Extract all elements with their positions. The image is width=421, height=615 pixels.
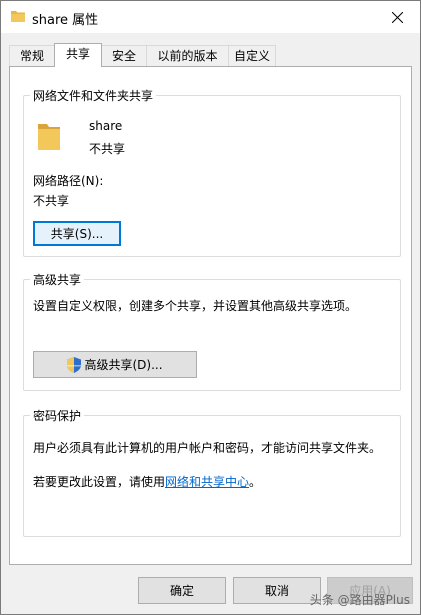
properties-dialog: share 属性 常规 共享 安全 以前的版本 自定义 网络文件和文件夹共享 s… — [0, 0, 421, 615]
tab-customize[interactable]: 自定义 — [228, 45, 276, 66]
folder-icon — [11, 11, 25, 22]
network-share-title: 网络文件和文件夹共享 — [30, 87, 157, 104]
advanced-share-group: 高级共享 设置自定义权限，创建多个共享，并设置其他高级共享选项。 高级共享(D)… — [23, 271, 401, 391]
tab-panel-sharing: 网络文件和文件夹共享 share 不共享 网络路径(N): 不共享 共享(S).… — [9, 66, 412, 565]
password-protection-group: 密码保护 用户必须具有此计算机的用户帐户和密码，才能访问共享文件夹。 若要更改此… — [23, 407, 401, 537]
network-share-group: 网络文件和文件夹共享 share 不共享 网络路径(N): 不共享 共享(S).… — [23, 87, 401, 257]
change-setting-prefix: 若要更改此设置，请使用 — [33, 475, 166, 489]
change-setting-suffix: 。 — [249, 475, 262, 489]
folder-name: share — [89, 119, 123, 133]
share-status: 不共享 — [89, 142, 126, 156]
change-setting-line: 若要更改此设置，请使用网络和共享中心。 — [33, 473, 261, 490]
shield-icon — [67, 356, 82, 373]
password-protection-title: 密码保护 — [30, 407, 85, 424]
close-icon — [391, 11, 403, 23]
network-path-label: 网络路径(N): — [33, 174, 104, 188]
cancel-button[interactable]: 取消 — [233, 577, 321, 604]
advanced-share-title: 高级共享 — [30, 271, 85, 288]
password-protection-description: 用户必须具有此计算机的用户帐户和密码，才能访问共享文件夹。 — [33, 441, 382, 455]
tab-general[interactable]: 常规 — [9, 45, 55, 66]
tab-sharing[interactable]: 共享 — [54, 43, 102, 67]
tab-security[interactable]: 安全 — [101, 45, 147, 66]
close-button[interactable] — [380, 1, 414, 33]
folder-icon — [38, 124, 60, 150]
network-path-value: 不共享 — [33, 194, 70, 208]
advanced-share-description: 设置自定义权限，创建多个共享，并设置其他高级共享选项。 — [33, 299, 358, 313]
advanced-share-button[interactable]: 高级共享(D)... — [33, 351, 197, 378]
window-title: share 属性 — [32, 13, 99, 28]
ok-button[interactable]: 确定 — [138, 577, 226, 604]
tab-previous-versions[interactable]: 以前的版本 — [146, 45, 229, 66]
advanced-share-button-label: 高级共享(D)... — [84, 358, 163, 372]
share-button[interactable]: 共享(S)... — [33, 221, 121, 246]
title-bar[interactable]: share 属性 — [1, 1, 420, 33]
network-sharing-center-link[interactable]: 网络和共享中心 — [165, 475, 249, 489]
watermark: 头条 @路由器Plus — [309, 593, 410, 607]
